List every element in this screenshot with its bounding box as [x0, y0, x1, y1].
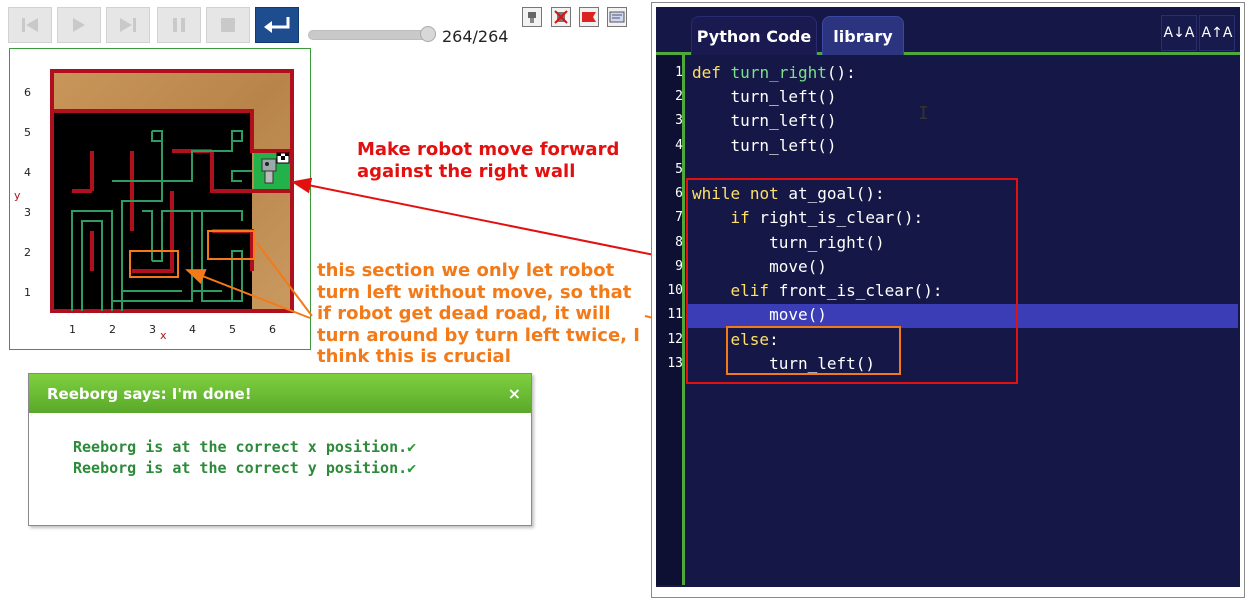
x-tick-1: 1 — [69, 323, 76, 336]
code-line: def turn_right(): — [692, 63, 856, 82]
editor-tabbar: Python Code library A↓A A↑A — [656, 7, 1240, 55]
dialog-message: Reeborg is at the correct x position.✔ — [73, 437, 531, 458]
line-number: 13 — [667, 356, 683, 371]
check-icon: ✔ — [407, 459, 417, 477]
red-flag-icon[interactable] — [579, 7, 599, 27]
dialog-body: Reeborg is at the correct x position.✔ R… — [29, 413, 531, 479]
y-tick-2: 2 — [24, 246, 31, 259]
font-increase-button[interactable]: A↑A — [1199, 15, 1235, 51]
skip-back-icon — [22, 18, 38, 32]
annotation-orange-line: if robot get dead road, it will — [317, 303, 611, 325]
code-line: turn_left() — [692, 111, 837, 130]
x-tick-5: 5 — [229, 323, 236, 336]
pause-icon — [173, 18, 185, 32]
step-counter: 264/264 — [442, 27, 509, 46]
robot-icon[interactable] — [522, 7, 542, 27]
code-line: turn_left() — [692, 87, 837, 106]
annotation-orange-line: turn left without move, so that — [317, 281, 632, 303]
line-number: 9 — [675, 259, 683, 274]
step-slider-handle[interactable] — [420, 26, 436, 42]
line-number: 6 — [675, 186, 683, 201]
check-icon: ✔ — [407, 438, 417, 456]
tab-library[interactable]: library — [822, 16, 904, 55]
annotation-orange-line: turn around by turn left twice, I — [317, 324, 640, 346]
annotation-orange: this section we only let robot turn left… — [317, 260, 657, 368]
annotation-red: Make robot move forward against the righ… — [357, 139, 619, 183]
code-line: turn_left() — [692, 136, 837, 155]
font-decrease-button[interactable]: A↓A — [1161, 15, 1197, 51]
annotation-red-line: Make robot move forward — [357, 139, 620, 160]
robot-world: 6 5 4 3 2 1 y 1 2 3 4 5 6 x — [9, 48, 311, 350]
dialog-title: Reeborg says: I'm done! — [47, 384, 252, 403]
pause-button[interactable] — [157, 7, 201, 43]
stop-button[interactable] — [206, 7, 250, 43]
line-number: 8 — [675, 235, 683, 250]
y-axis-label: y — [14, 189, 21, 202]
annotation-orange-line: this section we only let robot — [317, 260, 615, 281]
x-tick-2: 2 — [109, 323, 116, 336]
text-cursor-icon: I — [918, 103, 929, 124]
play-icon — [73, 18, 85, 32]
reload-button[interactable] — [255, 7, 299, 43]
y-tick-3: 3 — [24, 206, 31, 219]
line-number: 7 — [675, 210, 683, 225]
run-button[interactable] — [57, 7, 101, 43]
y-tick-4: 4 — [24, 166, 31, 179]
y-tick-5: 5 — [24, 126, 31, 139]
x-tick-6: 6 — [269, 323, 276, 336]
y-tick-6: 6 — [24, 86, 31, 99]
line-number: 5 — [675, 162, 683, 177]
line-number: 1 — [675, 65, 683, 80]
dialog-message-text: Reeborg is at the correct y position. — [73, 459, 408, 477]
line-number: 11 — [667, 307, 683, 322]
close-icon[interactable]: × — [508, 384, 521, 403]
x-tick-3: 3 — [149, 323, 156, 336]
done-dialog: Reeborg says: I'm done! × Reeborg is at … — [28, 373, 532, 526]
dialog-message: Reeborg is at the correct y position.✔ — [73, 458, 531, 479]
stop-icon — [221, 18, 235, 32]
annotation-orange-box — [726, 326, 901, 375]
line-gutter: 1 2 3 4 5 6 7 8 9 10 11 12 13 — [656, 55, 685, 585]
annotation-red-line: against the right wall — [357, 161, 576, 182]
maze-canvas — [50, 69, 294, 313]
skip-forward-icon — [120, 18, 136, 32]
annotation-orange-line: think this is crucial — [317, 346, 511, 368]
dialog-header: Reeborg says: I'm done! × — [29, 374, 531, 413]
step-slider[interactable] — [308, 30, 432, 40]
dialog-message-text: Reeborg is at the correct x position. — [73, 438, 408, 456]
x-tick-4: 4 — [189, 323, 196, 336]
line-number: 10 — [667, 283, 683, 298]
enter-icon — [264, 17, 290, 33]
tab-python-code[interactable]: Python Code — [691, 16, 817, 55]
line-number: 2 — [675, 89, 683, 104]
x-axis-label: x — [160, 329, 167, 342]
step-button[interactable] — [106, 7, 150, 43]
reverse-step-button[interactable] — [8, 7, 52, 43]
delete-robot-icon[interactable] — [551, 7, 571, 27]
line-number: 12 — [667, 332, 683, 347]
y-tick-1: 1 — [24, 286, 31, 299]
world-info-icon[interactable] — [607, 7, 627, 27]
line-number: 4 — [675, 138, 683, 153]
line-number: 3 — [675, 113, 683, 128]
